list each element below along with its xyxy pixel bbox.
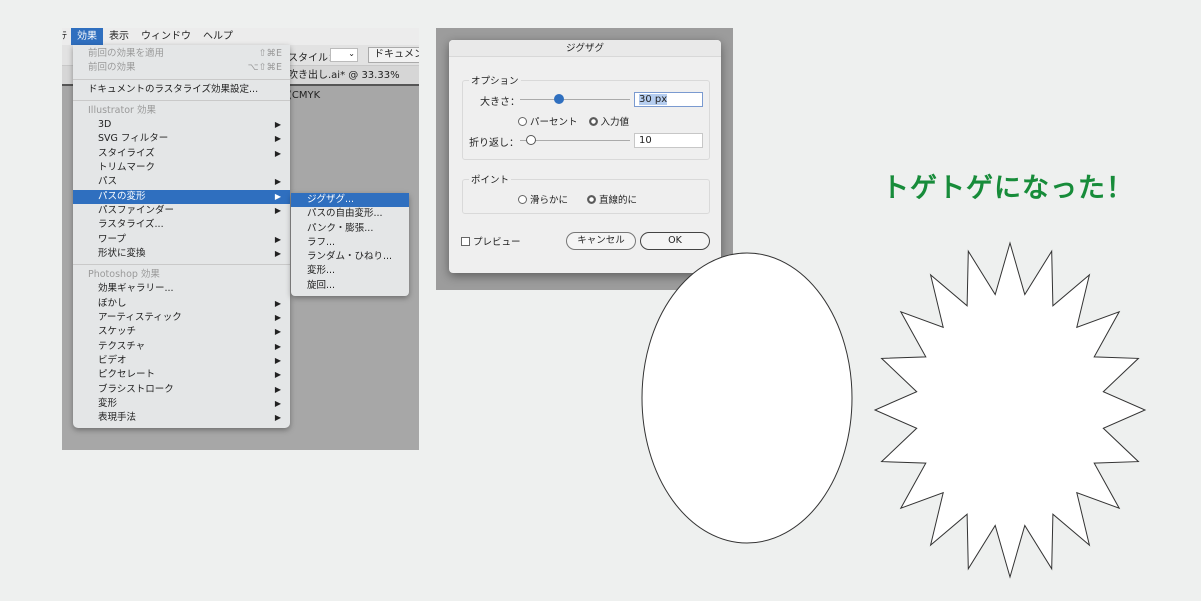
headline: トゲトゲになった！ xyxy=(882,173,1134,204)
zigzag-star-shape xyxy=(873,241,1147,579)
artwork xyxy=(641,241,1147,579)
ellipse-shape xyxy=(641,252,853,544)
